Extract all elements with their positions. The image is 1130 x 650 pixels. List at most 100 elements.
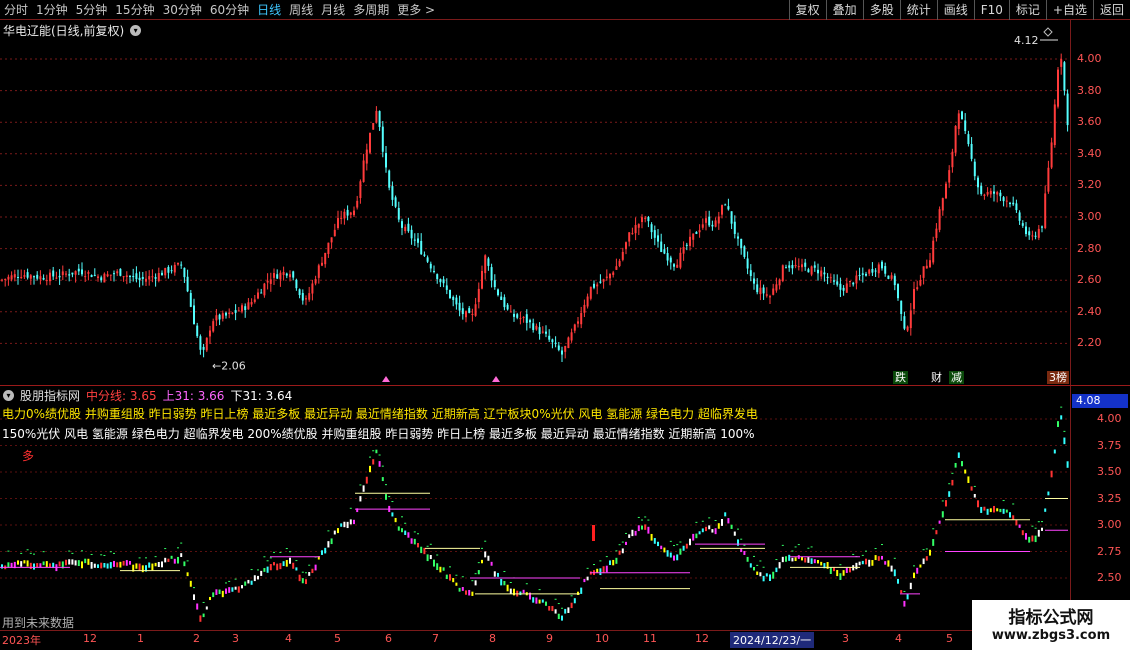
period-tab[interactable]: 更多 > <box>393 0 439 20</box>
period-tab[interactable]: 日线 <box>253 0 285 20</box>
period-tab[interactable]: 月线 <box>317 0 349 20</box>
indicator-bar <box>17 560 19 565</box>
candle-body <box>173 264 176 273</box>
indicator-bar <box>532 597 535 603</box>
indicator-bar <box>129 560 131 565</box>
candle-body <box>737 236 739 239</box>
candle-body <box>39 276 42 280</box>
indicator-name[interactable]: 股朋指标网 <box>20 387 80 404</box>
candle-body <box>1053 104 1056 146</box>
period-tab[interactable]: 5分钟 <box>72 0 112 20</box>
candle-body <box>500 296 503 301</box>
indicator-bar <box>733 531 736 536</box>
indicator-bar <box>935 530 938 535</box>
indicator-dot <box>759 560 762 562</box>
candle-body <box>541 331 544 333</box>
indicator-bar <box>1009 512 1011 518</box>
indicator-bar <box>855 562 858 570</box>
period-tab[interactable]: 周线 <box>285 0 317 20</box>
indicator-bar <box>481 559 483 564</box>
candle-body <box>311 283 314 294</box>
indicator-bar <box>756 571 759 575</box>
indicator-dot <box>973 485 976 487</box>
candlestick-chart[interactable]: 4.12 ←2.06 <box>0 20 1070 385</box>
candle-body <box>205 337 208 351</box>
toolbar-button[interactable]: 叠加 <box>825 0 863 20</box>
indicator-bar <box>842 570 845 576</box>
indicator-bar <box>973 493 976 498</box>
indicator-dot <box>391 501 394 503</box>
candle-body <box>493 280 496 288</box>
event-marker-finance[interactable]: 财 <box>929 371 944 384</box>
period-tab[interactable]: 30分钟 <box>159 0 206 20</box>
candle-body <box>241 305 243 312</box>
indicator-bar <box>887 560 890 567</box>
toolbar-button[interactable]: 多股 <box>862 0 900 20</box>
toolbar-button[interactable]: F10 <box>973 0 1009 20</box>
indicator-bar <box>890 565 893 572</box>
period-tab[interactable]: 15分钟 <box>111 0 158 20</box>
indicator-bar <box>260 570 263 576</box>
candle-body <box>810 266 813 275</box>
candle-body <box>599 281 602 283</box>
candle-body <box>116 271 119 274</box>
indicator-bar <box>445 574 448 580</box>
candle-body <box>260 292 263 294</box>
candle-body <box>861 273 864 275</box>
indicator-dot <box>1002 500 1005 502</box>
indicator-bar <box>759 572 762 577</box>
candle-body <box>596 284 599 287</box>
indicator-dot <box>285 548 288 550</box>
toolbar-button[interactable]: +自选 <box>1045 0 1093 20</box>
indicator-bar <box>458 587 461 592</box>
indicator-dot <box>625 532 627 534</box>
indicator-dot <box>404 522 407 524</box>
stock-title[interactable]: 华电辽能(日线,前复权) <box>3 22 124 39</box>
indicator-bar <box>689 538 691 546</box>
indicator-bar <box>228 587 231 593</box>
date-tick-label: 2023年 <box>2 634 41 647</box>
indicator-bar <box>644 524 647 530</box>
indicator-chart[interactable] <box>0 386 1070 630</box>
candle-body <box>410 229 413 239</box>
event-marker-fall[interactable]: 跌 <box>893 371 908 384</box>
indicator-bar <box>420 546 423 554</box>
period-tab[interactable]: 60分钟 <box>206 0 253 20</box>
price-tick-label: 4.00 <box>1077 52 1102 65</box>
indicator-bar <box>244 581 247 586</box>
indicator-dot <box>673 545 675 547</box>
candle-body <box>871 268 874 273</box>
candle-body <box>442 279 445 284</box>
candle-body <box>423 254 426 256</box>
indicator-bar <box>209 596 211 601</box>
candle-body <box>417 238 419 243</box>
indicator-bar <box>877 556 880 561</box>
period-tab[interactable]: 1分钟 <box>32 0 72 20</box>
indicator-bar <box>1012 515 1015 520</box>
toolbar-button[interactable]: 复权 <box>788 0 826 20</box>
candle-body <box>529 320 531 323</box>
indicator-bar <box>1053 449 1056 454</box>
candle-body <box>506 304 509 310</box>
candle-body <box>106 274 109 277</box>
candle-body <box>404 226 407 232</box>
indicator-bar <box>26 560 29 567</box>
period-tab[interactable]: 分时 <box>0 0 32 20</box>
period-tab[interactable]: 多周期 <box>349 0 393 20</box>
toolbar-button[interactable]: 统计 <box>899 0 937 20</box>
toolbar-button[interactable]: 返回 <box>1092 0 1130 20</box>
collapse-icon[interactable]: ▾ <box>3 390 14 401</box>
indicator-bar <box>941 511 944 518</box>
candle-body <box>961 111 963 120</box>
candle-body <box>1025 226 1027 235</box>
toolbar-button[interactable]: 标记 <box>1008 0 1046 20</box>
candle-body <box>756 284 759 293</box>
indicator-dot <box>378 454 381 456</box>
event-marker-reduce[interactable]: 减 <box>949 371 964 384</box>
high-price-label: 4.12 <box>1014 34 1039 47</box>
dropdown-icon[interactable]: ▾ <box>130 25 142 36</box>
toolbar-button[interactable]: 画线 <box>936 0 974 20</box>
indicator-bar <box>573 598 576 604</box>
event-marker-list[interactable]: 3榜 <box>1047 371 1069 384</box>
indicator-bar <box>551 605 554 612</box>
